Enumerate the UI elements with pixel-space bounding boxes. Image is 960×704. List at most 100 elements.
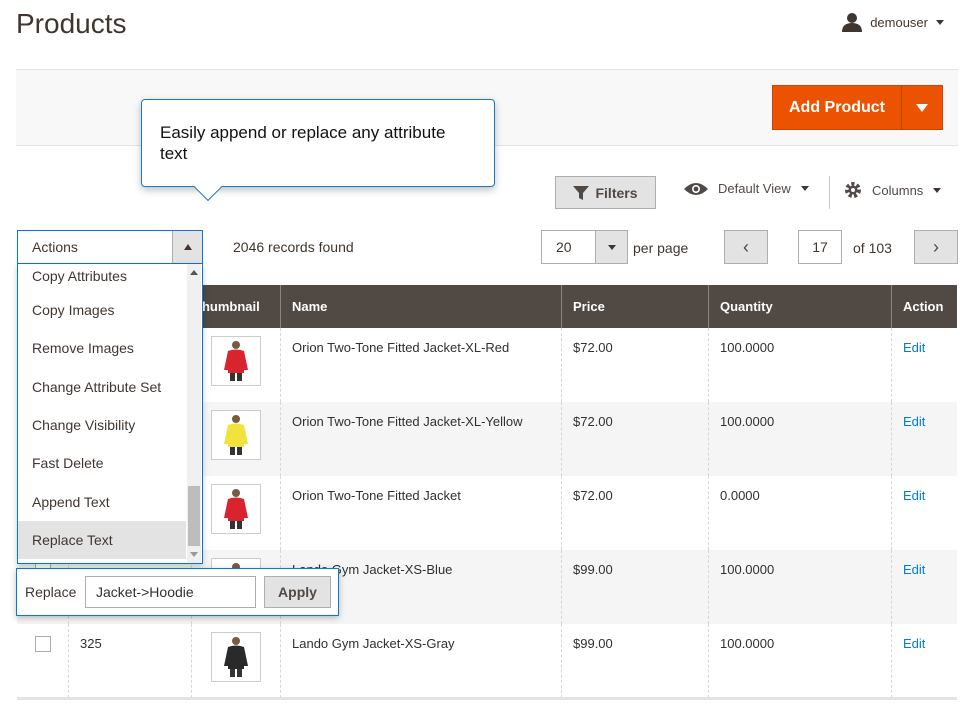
page-total: of 103 [853, 240, 892, 256]
page-number-input[interactable]: 17 [798, 230, 842, 264]
row-quantity: 0.0000 [709, 476, 892, 550]
row-checkbox[interactable] [35, 636, 51, 652]
add-product-toggle[interactable] [901, 86, 942, 129]
eye-icon [684, 182, 708, 195]
edit-link[interactable]: Edit [903, 414, 925, 429]
grid-bottom-border [17, 697, 957, 700]
product-thumbnail[interactable] [211, 484, 261, 534]
actions-menu: Copy Attributes Copy Images Remove Images C… [17, 264, 203, 564]
user-menu[interactable]: demouser [842, 12, 944, 32]
row-thumbnail-cell [192, 624, 281, 698]
row-thumbnail-cell [192, 476, 281, 550]
header-thumbnail[interactable]: Thumbnail [192, 285, 281, 328]
view-selector[interactable]: Default View [684, 181, 809, 196]
chevron-right-icon: › [933, 236, 939, 257]
apply-button[interactable]: Apply [264, 576, 331, 608]
row-select-cell [17, 624, 69, 698]
row-price: $72.00 [562, 402, 709, 476]
row-action-cell: Edit [892, 402, 957, 476]
row-quantity: 100.0000 [709, 550, 892, 624]
edit-link[interactable]: Edit [903, 340, 925, 355]
records-count: 2046 records found [233, 239, 354, 255]
actions-menu-item[interactable]: Change Attribute Set [18, 368, 186, 406]
product-thumbnail[interactable] [211, 410, 261, 460]
row-action-cell: Edit [892, 550, 957, 624]
actions-menu-item[interactable]: Copy Images [18, 291, 186, 329]
header-action: Action [903, 299, 944, 314]
user-name: demouser [870, 14, 928, 30]
jacket-icon [224, 489, 248, 529]
edit-link[interactable]: Edit [903, 488, 925, 503]
prev-page-button[interactable]: ‹ [724, 230, 768, 264]
actions-menu-item[interactable]: Append Text [18, 482, 186, 520]
chevron-down-icon [933, 187, 942, 193]
add-product-button[interactable]: Add Product [772, 85, 943, 130]
row-id: 325 [69, 624, 192, 698]
callout-text: Easily append or replace any attribute t… [160, 123, 446, 163]
actions-menu-item[interactable]: Replace Text [18, 520, 186, 560]
per-page-select[interactable]: 20 [541, 230, 628, 264]
chevron-left-icon: ‹ [743, 236, 749, 257]
row-quantity: 100.0000 [709, 402, 892, 476]
actions-toggle[interactable] [172, 231, 202, 263]
row-name: Orion Two-Tone Fitted Jacket-XL-Yellow [281, 402, 562, 476]
chevron-up-icon [183, 244, 192, 250]
toolbar-divider [829, 176, 830, 209]
filter-icon [573, 185, 590, 200]
row-name: Orion Two-Tone Fitted Jacket-XL-Red [281, 328, 562, 402]
per-page-label: per page [633, 240, 689, 256]
row-price: $72.00 [562, 328, 709, 402]
row-action-cell: Edit [892, 624, 957, 698]
row-quantity: 100.0000 [709, 624, 892, 698]
table-row[interactable]: 325 Lando Gym Jacket-XS-Gray $99.00 100.000… [17, 624, 957, 698]
jacket-icon [224, 415, 248, 455]
page-title: Products [16, 8, 127, 39]
view-label: Default View [718, 181, 791, 196]
header-quantity[interactable]: Quantity [709, 285, 892, 328]
chevron-down-icon [607, 244, 616, 250]
replace-input[interactable]: Jacket->Hoodie [85, 576, 256, 608]
columns-selector[interactable]: Columns [844, 181, 942, 199]
per-page-toggle[interactable] [595, 231, 627, 263]
scroll-down-icon[interactable] [190, 552, 198, 557]
menu-scrollbar[interactable] [187, 264, 201, 563]
actions-menu-item[interactable]: Copy Attributes [18, 264, 186, 291]
replace-label: Replace [25, 584, 77, 600]
row-action-cell: Edit [892, 328, 957, 402]
actions-menu-list: Copy Attributes Copy Images Remove Images C… [18, 264, 202, 560]
chevron-down-icon [800, 186, 809, 191]
actions-menu-item[interactable]: Remove Images [18, 329, 186, 367]
row-quantity: 100.0000 [709, 328, 892, 402]
filters-label: Filters [595, 184, 638, 201]
product-thumbnail[interactable] [211, 336, 261, 386]
row-action-cell: Edit [892, 476, 957, 550]
per-page-value[interactable]: 20 [542, 231, 595, 263]
actions-menu-item[interactable]: Change Visibility [18, 406, 186, 444]
actions-menu-item[interactable]: Fast Delete [18, 444, 186, 482]
feature-callout: Easily append or replace any attribute t… [141, 99, 495, 202]
replace-text-panel: Replace Jacket->Hoodie Apply [16, 568, 339, 616]
scroll-up-icon[interactable] [190, 270, 198, 275]
next-page-button[interactable]: › [914, 230, 958, 264]
user-icon [842, 13, 863, 32]
jacket-icon [224, 637, 248, 677]
header-name[interactable]: Name [281, 285, 562, 328]
chevron-down-icon [936, 19, 944, 25]
edit-link[interactable]: Edit [903, 562, 925, 577]
filters-button[interactable]: Filters [555, 176, 656, 209]
chevron-down-icon [916, 103, 928, 112]
add-product-label[interactable]: Add Product [773, 86, 901, 129]
actions-dropdown[interactable]: Actions [17, 230, 203, 264]
scrollbar-thumb[interactable] [188, 486, 200, 546]
product-thumbnail[interactable] [211, 632, 261, 682]
row-thumbnail-cell [192, 328, 281, 402]
jacket-icon [224, 341, 248, 381]
edit-link[interactable]: Edit [903, 636, 925, 651]
header-price[interactable]: Price [562, 285, 709, 328]
row-thumbnail-cell [192, 402, 281, 476]
actions-label[interactable]: Actions [18, 231, 172, 263]
row-price: $72.00 [562, 476, 709, 550]
row-price: $99.00 [562, 550, 709, 624]
row-price: $99.00 [562, 624, 709, 698]
row-name: Orion Two-Tone Fitted Jacket [281, 476, 562, 550]
